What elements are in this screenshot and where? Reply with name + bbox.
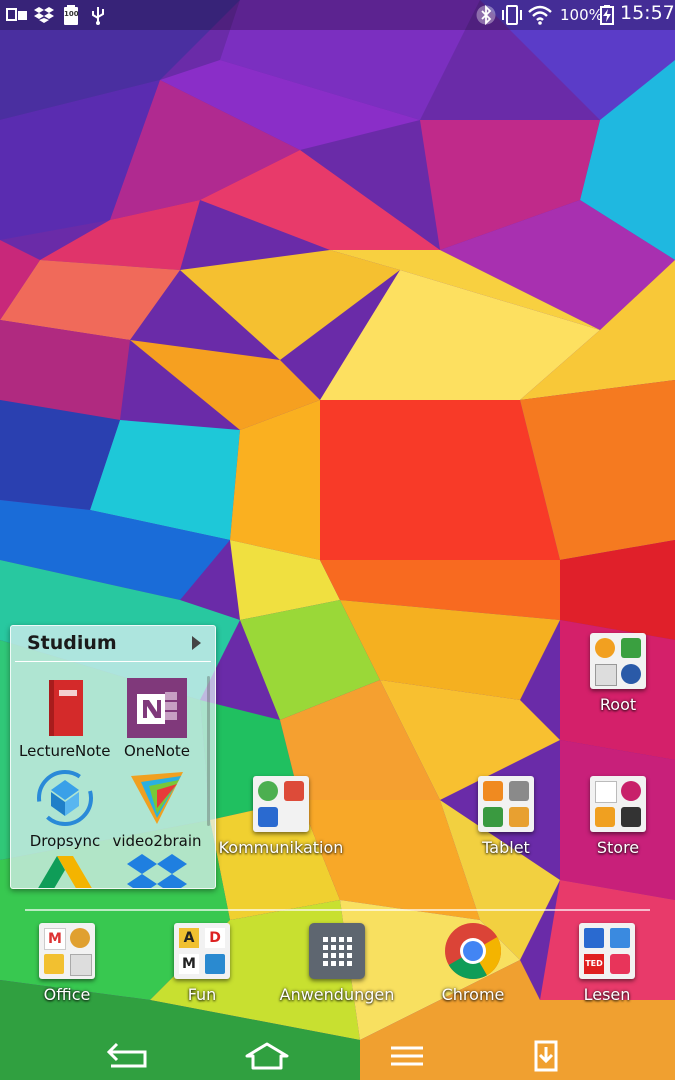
onenote-icon	[127, 678, 187, 738]
video2brain-icon	[131, 772, 183, 824]
download-tray-icon[interactable]	[516, 1038, 576, 1074]
office-folder-icon: M	[39, 923, 95, 979]
tablet-folder-icon	[478, 776, 534, 832]
menu-icon[interactable]	[377, 1038, 437, 1074]
clock: 15:57	[620, 2, 675, 24]
folder-divider	[15, 661, 211, 662]
vibrate-icon	[502, 5, 522, 25]
app-label: Dropsync	[29, 832, 101, 850]
app-label: Anwendungen	[279, 985, 395, 1004]
dock-divider	[25, 909, 650, 911]
app-label: Kommunikation	[218, 838, 344, 857]
battery-small-label: 100	[64, 10, 79, 18]
app-label: Office	[43, 985, 91, 1004]
app-drawer-icon	[309, 923, 365, 979]
dropsync-icon	[37, 770, 93, 826]
battery-percent: 100%	[560, 6, 603, 24]
dropbox-app-icon	[127, 854, 187, 888]
app-label: Root	[599, 695, 637, 714]
studium-folder-popup: Studium LectureNotes OneNote Dropsync vi…	[10, 625, 216, 889]
back-icon[interactable]	[97, 1038, 157, 1074]
app-label: LectureNotes	[19, 742, 111, 760]
app-label: video2brain	[112, 832, 202, 850]
navigation-bar	[0, 1030, 675, 1080]
app-label: Lesen	[583, 985, 631, 1004]
folder-expand-arrow-icon[interactable]	[192, 636, 201, 650]
wifi-icon	[528, 5, 552, 25]
fun-folder-icon: A D M	[174, 923, 230, 979]
chrome-icon	[445, 923, 501, 980]
home-icon[interactable]	[237, 1038, 297, 1074]
root-folder-icon	[590, 633, 646, 689]
lesen-folder-icon: TED	[579, 923, 635, 979]
status-bar: 100 100% 15:57	[0, 0, 675, 30]
app-label: Chrome	[441, 985, 505, 1004]
app-label: OneNote	[123, 742, 191, 760]
battery-charging-icon	[600, 5, 614, 25]
app-label: Fun	[187, 985, 217, 1004]
bluetooth-icon	[476, 5, 496, 25]
dropbox-icon	[34, 7, 54, 23]
lecturenotes-icon	[49, 680, 83, 736]
kommunikation-folder-icon	[253, 776, 309, 832]
folder-scrollbar[interactable]	[207, 676, 210, 826]
screen-mirror-icon	[6, 8, 27, 21]
usb-icon	[92, 7, 104, 25]
folder-title: Studium	[27, 632, 117, 654]
wallpaper	[0, 0, 675, 1080]
google-drive-icon	[38, 856, 92, 888]
app-label: Store	[596, 838, 640, 857]
store-folder-icon	[590, 776, 646, 832]
battery-100-icon: 100	[64, 5, 79, 25]
